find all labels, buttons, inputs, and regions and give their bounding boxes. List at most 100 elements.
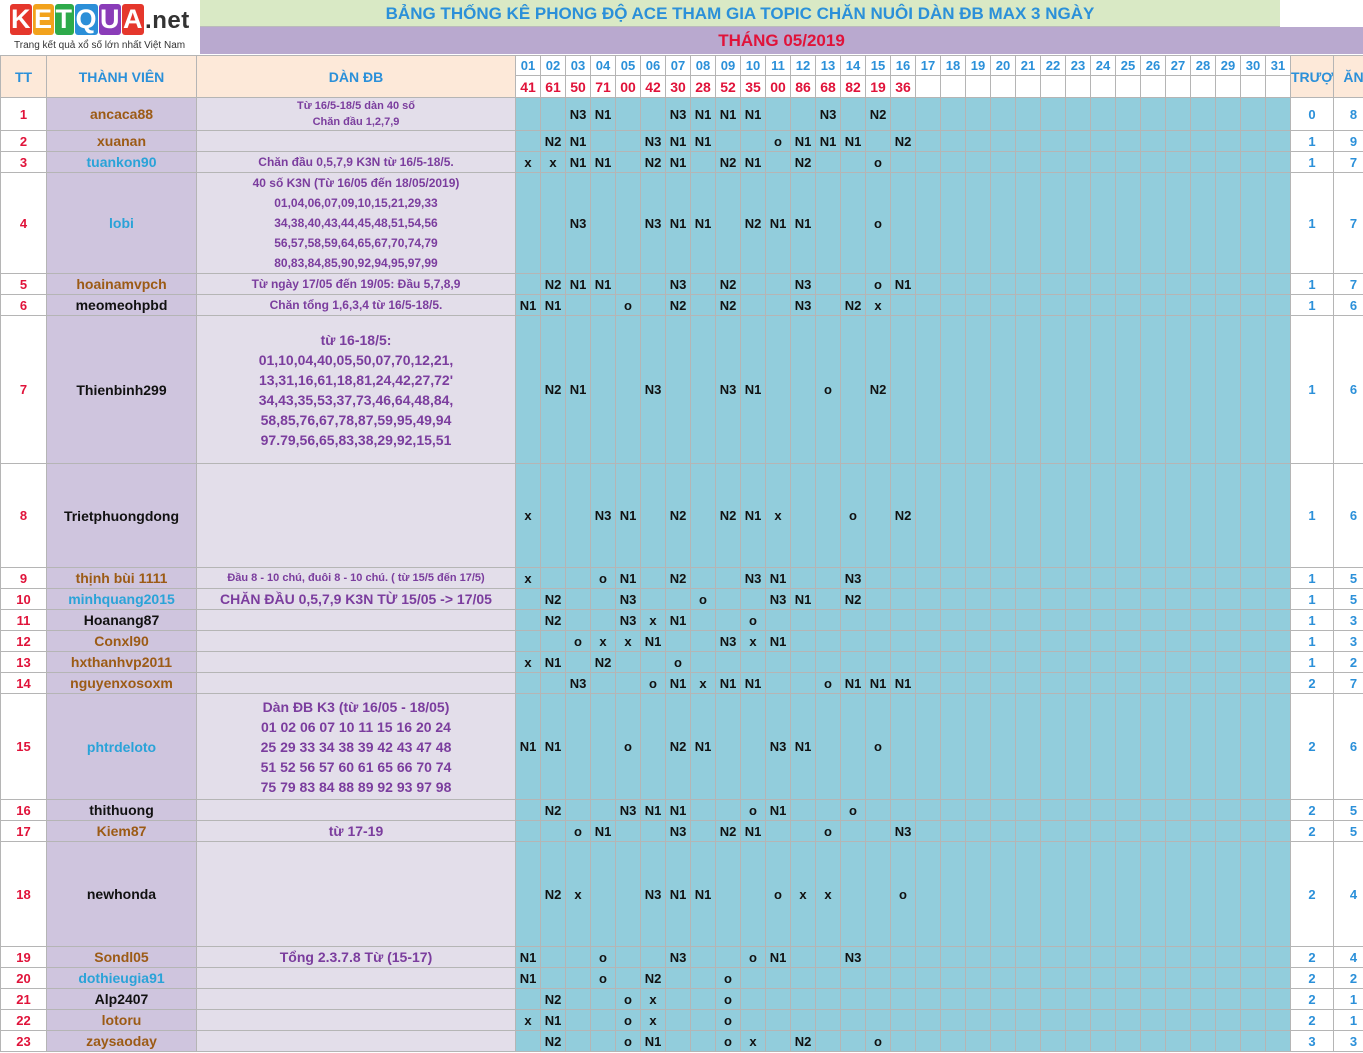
day-cell: x xyxy=(515,151,541,173)
result-cell xyxy=(1240,75,1266,98)
day-cell: N1 xyxy=(890,672,916,694)
an-count: 9 xyxy=(1333,130,1363,152)
day-cell xyxy=(890,97,916,131)
day-cell: N2 xyxy=(540,273,566,295)
day-cell xyxy=(1165,988,1191,1010)
day-cell xyxy=(990,672,1016,694)
day-cell xyxy=(1115,1009,1141,1031)
day-cell xyxy=(590,841,616,947)
day-cell xyxy=(1165,651,1191,673)
day-cell: N2 xyxy=(840,294,866,316)
row-number: 1 xyxy=(0,97,47,131)
day-cell: N1 xyxy=(740,672,766,694)
result-cell xyxy=(990,75,1016,98)
day-cell xyxy=(890,988,916,1010)
day-cell xyxy=(765,609,791,631)
day-cell xyxy=(1040,841,1066,947)
day-cell xyxy=(1065,672,1091,694)
dan-cell: Tổng 2.3.7.8 Từ (15-17) xyxy=(196,946,516,968)
day-cell xyxy=(840,651,866,673)
dan-cell xyxy=(196,463,516,568)
day-cell xyxy=(1265,1030,1291,1052)
day-cell xyxy=(1090,294,1116,316)
day-cell xyxy=(590,588,616,610)
day-cell xyxy=(615,967,641,989)
an-count: 7 xyxy=(1333,151,1363,173)
result-cell: 28 xyxy=(690,75,716,98)
day-cell xyxy=(590,799,616,821)
day-cell xyxy=(765,1030,791,1052)
row-number: 22 xyxy=(0,1009,47,1031)
day-cell: N1 xyxy=(765,630,791,652)
result-cell xyxy=(1115,75,1141,98)
table-row: 11 Hoanang87 N2 N3 x N1 o 1 3 xyxy=(0,609,1363,631)
day-cell xyxy=(740,967,766,989)
day-cell xyxy=(765,97,791,131)
day-cell xyxy=(1165,588,1191,610)
day-cell xyxy=(515,315,541,464)
day-cell xyxy=(565,463,591,568)
result-cell: 30 xyxy=(665,75,691,98)
stats-table: TT THÀNH VIÊN DÀN ĐB 01 02 03 04 05 06 07 08 09 10 11… xyxy=(0,55,1363,1052)
day-cell xyxy=(1165,151,1191,173)
day-cell xyxy=(1015,567,1041,589)
day-cell xyxy=(1015,1009,1041,1031)
day-cell xyxy=(915,841,941,947)
day-cell xyxy=(940,567,966,589)
day-cell: o xyxy=(865,1030,891,1052)
member-name: newhonda xyxy=(46,841,197,947)
day-cell: N2 xyxy=(590,651,616,673)
day-cell xyxy=(915,130,941,152)
day-cell xyxy=(1165,1030,1191,1052)
day-cell xyxy=(790,1009,816,1031)
day-header: 23 xyxy=(1065,55,1091,76)
day-cell xyxy=(665,315,691,464)
day-cell xyxy=(715,946,741,968)
day-cell: N2 xyxy=(540,130,566,152)
day-cell xyxy=(615,172,641,274)
day-cell xyxy=(990,820,1016,842)
day-header: 24 xyxy=(1090,55,1116,76)
day-cell xyxy=(1190,841,1216,947)
an-count: 6 xyxy=(1333,294,1363,316)
day-cell xyxy=(840,151,866,173)
day-cell xyxy=(890,294,916,316)
day-cell xyxy=(565,946,591,968)
day-cell xyxy=(565,651,591,673)
day-cell xyxy=(1190,463,1216,568)
day-cell xyxy=(1215,672,1241,694)
day-cell xyxy=(515,172,541,274)
table-row: 2 xuanan N2 N1 N3 N1 N1 o N1 N1 N1 N2 1 9 xyxy=(0,130,1363,152)
day-cell xyxy=(1240,988,1266,1010)
day-cell xyxy=(1140,693,1166,800)
day-cell xyxy=(990,172,1016,274)
day-cell xyxy=(665,588,691,610)
day-cell xyxy=(1215,130,1241,152)
day-cell: N2 xyxy=(665,567,691,589)
day-cell xyxy=(690,463,716,568)
day-cell: N1 xyxy=(540,294,566,316)
day-cell xyxy=(740,1009,766,1031)
day-cell: N3 xyxy=(765,588,791,610)
day-cell: N1 xyxy=(565,273,591,295)
day-cell xyxy=(865,820,891,842)
day-cell xyxy=(815,172,841,274)
day-cell xyxy=(1015,651,1041,673)
day-cell xyxy=(815,273,841,295)
day-cell xyxy=(1165,172,1191,274)
day-cell xyxy=(1240,841,1266,947)
day-cell: N2 xyxy=(540,799,566,821)
day-cell xyxy=(890,609,916,631)
member-name: Sondl05 xyxy=(46,946,197,968)
table-row: 7 Thienbinh299 từ 16-18/5: 01,10,04,40,05,5… xyxy=(0,315,1363,464)
dan-line: 80,83,84,85,90,92,94,95,97,99 xyxy=(274,256,438,270)
day-cell xyxy=(1090,820,1116,842)
day-cell: o xyxy=(715,988,741,1010)
day-cell xyxy=(815,946,841,968)
day-cell xyxy=(940,273,966,295)
dan-line: 51 52 56 57 60 61 65 66 70 74 xyxy=(260,758,452,775)
day-cell: N2 xyxy=(790,151,816,173)
day-cell xyxy=(515,273,541,295)
day-cell xyxy=(1265,1009,1291,1031)
day-cell: N1 xyxy=(640,799,666,821)
